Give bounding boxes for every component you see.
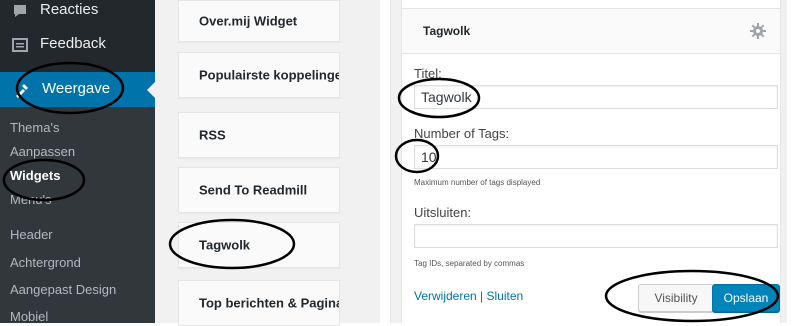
visibility-button[interactable]: Visibility <box>638 284 714 312</box>
gear-icon[interactable] <box>750 23 766 39</box>
exclude-label: Uitsluiten: <box>414 205 472 220</box>
save-button[interactable]: Opslaan <box>712 284 780 312</box>
submenu-item-mobile[interactable]: Mobiel <box>10 309 48 324</box>
delete-link[interactable]: Verwijderen <box>414 289 477 303</box>
widget-item-title: Tagwolk <box>199 237 251 253</box>
appearance-icon <box>16 84 28 98</box>
submenu-item-header[interactable]: Header <box>10 227 53 242</box>
number-of-tags-label: Number of Tags: <box>414 126 510 141</box>
widget-item-title: RSS <box>199 127 226 143</box>
active-arrow <box>147 82 155 98</box>
widget-item-title: Populairste koppelinge <box>199 67 340 83</box>
widget-item[interactable]: Send To Readmill <box>178 167 340 213</box>
comment-icon <box>14 5 26 17</box>
link-separator: | <box>480 289 484 303</box>
widget-item-title: Send To Readmill <box>199 182 308 198</box>
exclude-hint: Tag IDs, separated by commas <box>414 259 525 268</box>
sidebar-widgets-area: Tagwolk Titel: Number of Tags: Maximum n… <box>380 0 797 323</box>
number-of-tags-input[interactable] <box>414 145 778 169</box>
menu-item-feedback[interactable]: Feedback <box>0 28 155 62</box>
widget-item[interactable]: Populairste koppelinge <box>178 52 340 98</box>
submenu-item-background[interactable]: Achtergrond <box>10 255 81 270</box>
widget-title: Tagwolk <box>423 24 471 38</box>
widget-item[interactable]: Over.mij Widget <box>178 0 340 42</box>
menu-item-weergave[interactable]: Weergave <box>0 72 155 107</box>
menu-label-feedback: Feedback <box>40 35 106 52</box>
widget-area: Tagwolk Titel: Number of Tags: Maximum n… <box>390 0 787 323</box>
widget-edit-panel: Tagwolk Titel: Number of Tags: Maximum n… <box>401 0 781 323</box>
widget-item-title: Top berichten & Pagina <box>199 295 340 311</box>
menu-label-reacties: Reacties <box>40 1 99 18</box>
widget-item[interactable]: RSS <box>178 112 340 158</box>
widget-item-title: Over.mij Widget <box>199 13 298 29</box>
title-input[interactable] <box>414 85 778 109</box>
submenu: Thema's Aanpassen Widgets Menu's Header … <box>0 107 155 324</box>
menu-label-weergave: Weergave <box>42 80 111 97</box>
available-widgets-column: Over.mij Widget Populairste koppelinge R… <box>155 0 380 326</box>
submenu-item-menus[interactable]: Menu's <box>10 192 52 207</box>
exclude-input[interactable] <box>414 224 778 248</box>
widget-item[interactable]: Top berichten & Pagina <box>178 280 340 326</box>
title-label: Titel: <box>414 66 442 81</box>
submenu-item-customize[interactable]: Aanpassen <box>10 144 75 159</box>
widget-item-tagwolk[interactable]: Tagwolk <box>178 222 340 268</box>
widget-action-links: Verwijderen | Sluiten <box>414 289 523 303</box>
tags-hint: Maximum number of tags displayed <box>414 178 541 187</box>
menu-item-reacties[interactable]: Reacties <box>0 0 155 28</box>
submenu-item-widgets[interactable]: Widgets <box>10 168 60 183</box>
feedback-icon <box>12 38 28 52</box>
submenu-item-custom-design[interactable]: Aangepast Design <box>10 282 116 297</box>
close-link[interactable]: Sluiten <box>487 289 524 303</box>
widget-header[interactable]: Tagwolk <box>402 8 780 54</box>
admin-sidebar: Reacties Feedback Weergave Thema's Aanpa… <box>0 0 155 324</box>
submenu-item-themes[interactable]: Thema's <box>10 120 59 135</box>
